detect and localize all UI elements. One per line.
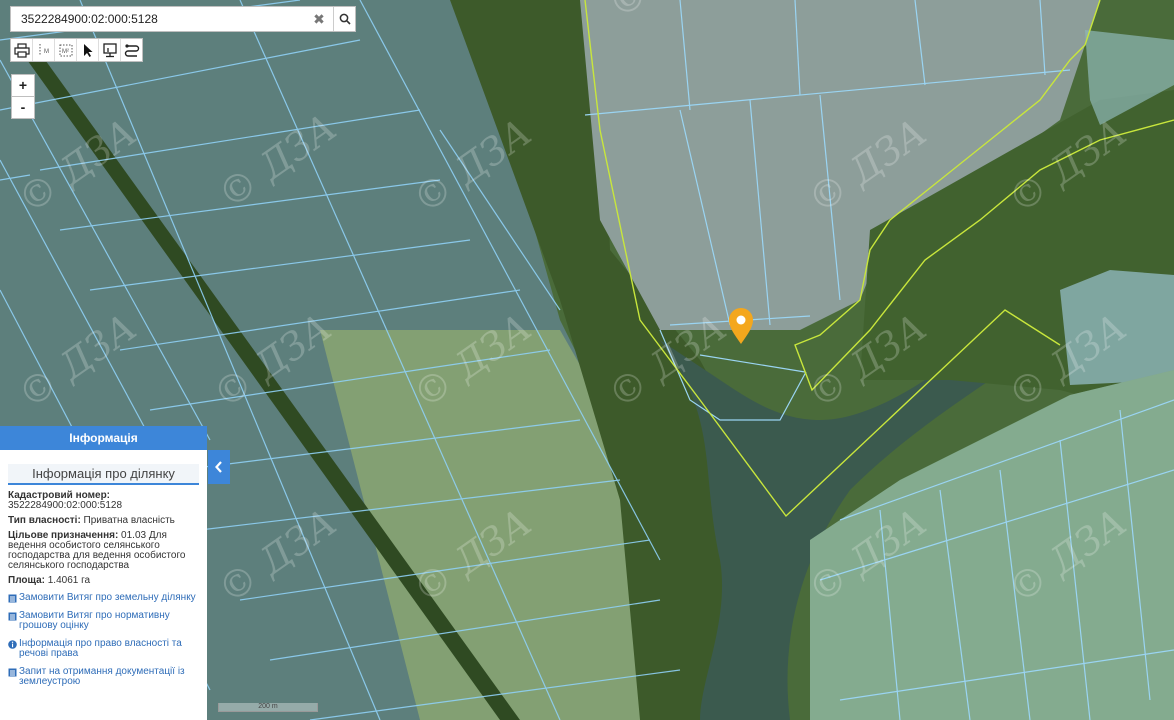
- clear-search-button[interactable]: ✖: [307, 7, 331, 31]
- collapse-panel-button[interactable]: [208, 450, 230, 484]
- route-icon: [124, 43, 139, 57]
- print-button[interactable]: [11, 39, 33, 61]
- order-valuation-extract-link[interactable]: Замовити Витяг про нормативну грошову оц…: [8, 611, 199, 631]
- measure-area-button[interactable]: M²: [55, 39, 77, 61]
- close-icon: ✖: [313, 11, 325, 27]
- search-box: ✖: [10, 6, 356, 32]
- measure-line-icon: M: [39, 44, 49, 56]
- measure-line-button[interactable]: M: [33, 39, 55, 61]
- link-label: Інформація про право власності та речові…: [19, 638, 182, 659]
- cadastral-number-value: 3522284900:02:000:5128: [8, 500, 123, 511]
- pointer-button[interactable]: [77, 39, 99, 61]
- measure-area-icon: M²: [59, 44, 72, 57]
- identify-button[interactable]: [99, 39, 121, 61]
- order-parcel-extract-link[interactable]: Замовити Витяг про земельну ділянку: [8, 593, 199, 603]
- info-panel: Інформація Інформація про ділянку Кадаст…: [0, 426, 207, 720]
- pointer-icon: [83, 43, 92, 57]
- panel-header: Інформація: [0, 426, 207, 450]
- svg-text:M²: M²: [62, 49, 69, 55]
- document-icon: [8, 594, 17, 603]
- ownership-row: Тип власності: Приватна власність: [8, 516, 199, 526]
- zoom-in-button[interactable]: +: [11, 74, 35, 97]
- search-button[interactable]: [333, 7, 356, 31]
- ownership-value: Приватна власність: [80, 515, 175, 526]
- scale-bar: 200 m: [218, 703, 318, 712]
- document-icon: [8, 668, 17, 677]
- link-label: Запит на отримання документації із земле…: [19, 666, 185, 687]
- route-button[interactable]: [121, 39, 142, 61]
- area-label: Площа:: [8, 575, 45, 586]
- document-icon: [8, 612, 17, 621]
- search-icon: [339, 13, 351, 25]
- link-label: Замовити Витяг про земельну ділянку: [19, 592, 196, 603]
- cadastral-number-row: Кадастровий номер: 3522284900:02:000:512…: [8, 491, 199, 511]
- area-value: 1.4061 га: [44, 575, 91, 586]
- svg-text:M: M: [44, 49, 49, 55]
- search-input[interactable]: [11, 7, 303, 31]
- area-row: Площа: 1.4061 га: [8, 576, 199, 586]
- link-label: Замовити Витяг про нормативну грошову оц…: [19, 610, 170, 631]
- print-icon: [13, 42, 30, 58]
- panel-subtitle: Інформація про ділянку: [8, 464, 199, 485]
- identify-icon: [102, 42, 117, 57]
- ownership-info-link[interactable]: Інформація про право власності та речові…: [8, 639, 199, 659]
- chevron-left-icon: [215, 461, 222, 473]
- purpose-row: Цільове призначення: 01.03 Для ведення о…: [8, 531, 199, 571]
- info-icon: [8, 640, 17, 649]
- ownership-label: Тип власності:: [8, 515, 81, 526]
- land-docs-request-link[interactable]: Запит на отримання документації із земле…: [8, 667, 199, 687]
- map-toolbar: M M²: [10, 38, 143, 62]
- zoom-control: + -: [11, 74, 35, 119]
- panel-body: Кадастровий номер: 3522284900:02:000:512…: [0, 491, 207, 687]
- zoom-out-button[interactable]: -: [11, 97, 35, 119]
